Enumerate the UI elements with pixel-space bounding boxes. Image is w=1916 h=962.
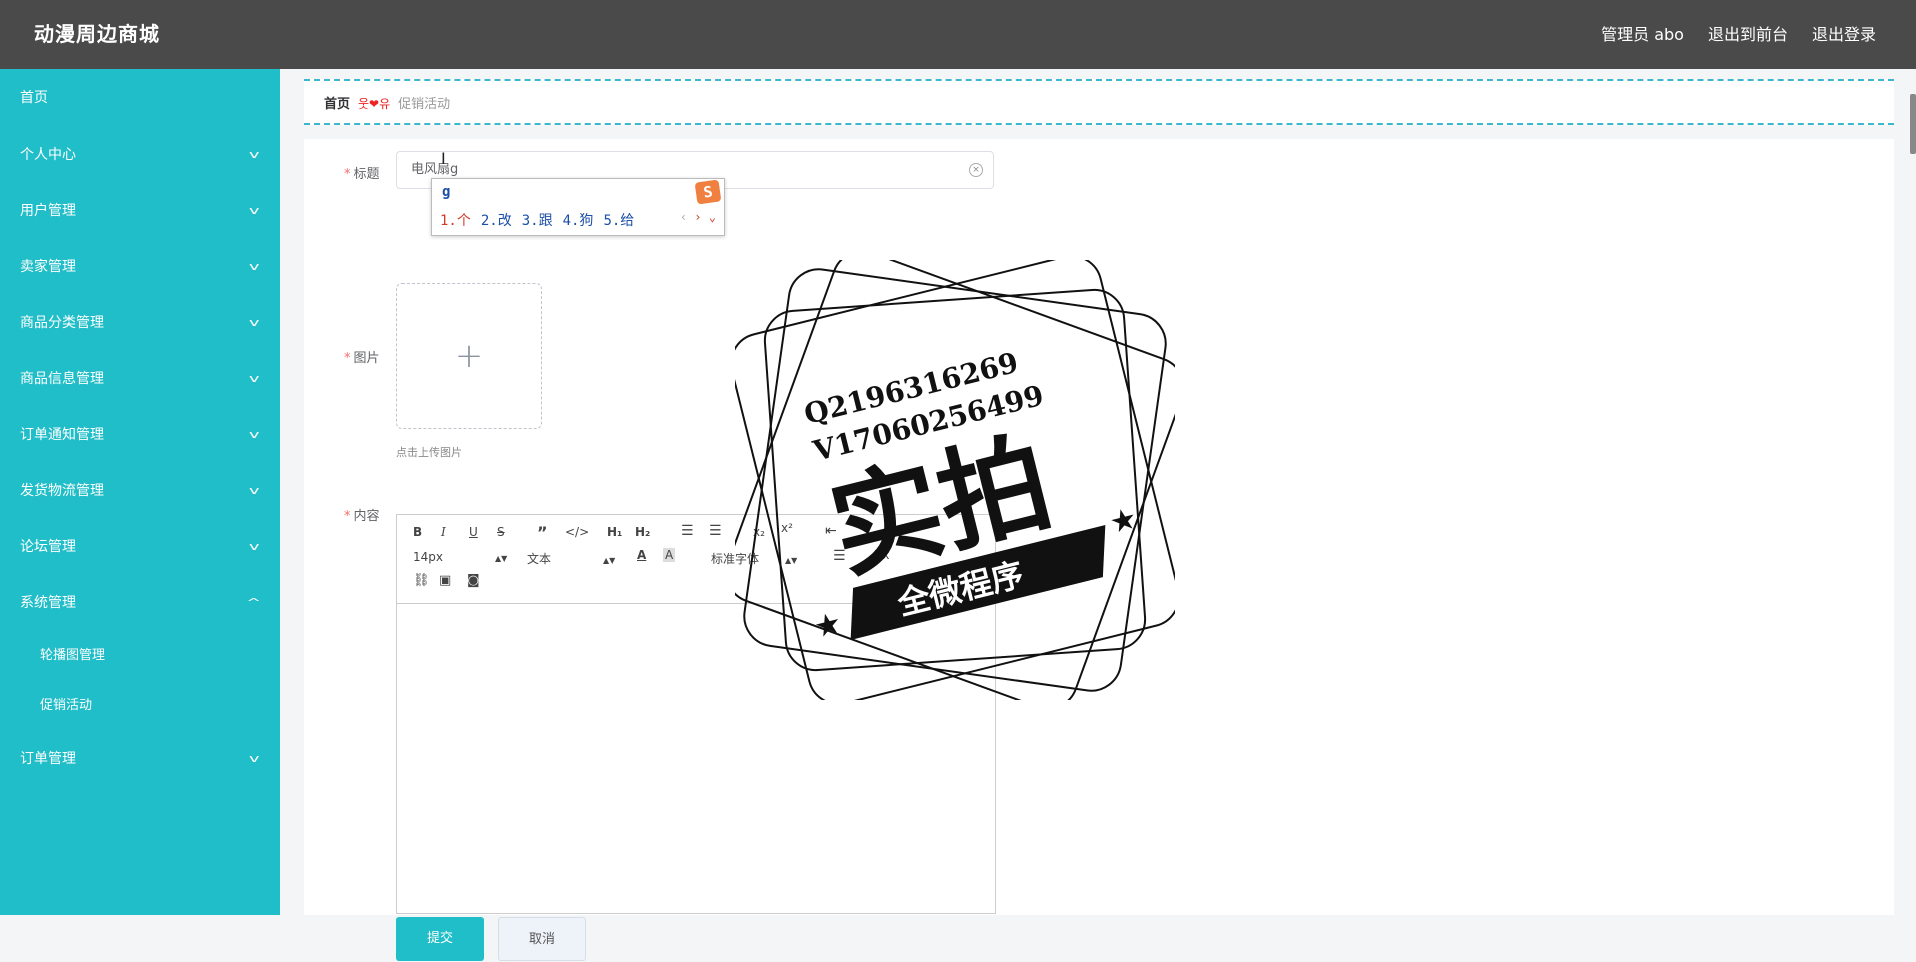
sidebar-item-label: 论坛管理 [20, 539, 76, 555]
header-select[interactable]: 文本 ▲▼ [527, 550, 615, 567]
sidebar-item-label: 卖家管理 [20, 259, 76, 275]
select-arrow-icon: ▲▼ [495, 554, 508, 563]
clear-icon[interactable]: × [969, 163, 983, 177]
select-arrow-icon: ▲▼ [603, 556, 616, 565]
ordered-list-icon[interactable]: ☰ [681, 523, 694, 539]
text-cursor-icon: I [441, 149, 446, 168]
sidebar-item-category-management[interactable]: 商品分类管理 v [0, 295, 280, 351]
chevron-up-icon: ^ [246, 596, 261, 609]
cancel-button[interactable]: 取消 [498, 917, 586, 961]
required-mark: * [344, 509, 351, 524]
breadcrumb: 首页 웃❤유 促销活动 [304, 79, 1894, 125]
logout-link[interactable]: 退出登录 [1812, 0, 1876, 69]
sidebar-subitem-promotion[interactable]: 促销活动 [0, 681, 280, 731]
chevron-down-icon: v [249, 372, 260, 385]
sidebar-item-label: 用户管理 [20, 203, 76, 219]
star-icon: ★ [1106, 501, 1141, 541]
image-label: * 图片 [344, 347, 380, 366]
title-label: * 标题 [344, 163, 380, 182]
upload-tip: 点击上传图片 [396, 446, 462, 459]
sidebar-item-order-management[interactable]: 订单管理 v [0, 731, 280, 787]
required-mark: * [344, 167, 351, 182]
chevron-down-icon: v [249, 148, 260, 161]
ime-candidate[interactable]: 1.个 [440, 213, 471, 229]
watermark-stamp: Q2196316269 V17060256499 实拍 全微程序 ★ ★ [735, 260, 1175, 700]
link-icon[interactable]: ⛓ [413, 573, 430, 588]
chevron-down-icon: v [249, 540, 260, 553]
scrollbar[interactable] [1910, 94, 1916, 154]
sidebar-item-personal-center[interactable]: 个人中心 v [0, 127, 280, 183]
content-label-text: 内容 [353, 509, 380, 524]
chevron-down-icon: v [249, 260, 260, 273]
sidebar-item-product-management[interactable]: 商品信息管理 v [0, 351, 280, 407]
breadcrumb-separator: 웃❤유 [358, 97, 391, 111]
sidebar-item-home[interactable]: 首页 [0, 69, 280, 127]
chevron-down-icon: v [249, 752, 260, 765]
sidebar: 首页 个人中心 v 用户管理 v 卖家管理 v 商品分类管理 v 商品信息管理 v 订单通… [0, 69, 280, 915]
chevron-down-icon: v [249, 428, 260, 441]
header-links: 管理员 abo 退出到前台 退出登录 [1601, 0, 1876, 69]
sidebar-item-user-management[interactable]: 用户管理 v [0, 183, 280, 239]
sidebar-item-label: 个人中心 [20, 147, 76, 163]
ime-candidate[interactable]: 5.给 [603, 213, 634, 229]
heading2-icon[interactable]: H₂ [635, 525, 650, 539]
italic-icon[interactable]: I [441, 525, 446, 539]
sidebar-item-label: 首页 [20, 90, 48, 106]
ime-candidate[interactable]: 4.狗 [563, 213, 594, 229]
sidebar-subitem-carousel[interactable]: 轮播图管理 [0, 631, 280, 681]
sidebar-item-order-notice-management[interactable]: 订单通知管理 v [0, 407, 280, 463]
ime-candidates: 1.个 2.改 3.跟 4.狗 5.给 [440, 210, 644, 230]
bullet-list-icon[interactable]: ☰ [709, 523, 722, 539]
sidebar-item-label: 商品信息管理 [20, 371, 104, 387]
sidebar-item-shipping-management[interactable]: 发货物流管理 v [0, 463, 280, 519]
underline-icon[interactable]: U [469, 525, 478, 539]
sidebar-item-system-management[interactable]: 系统管理 ^ [0, 575, 280, 631]
ime-candidate-window: g S 1.个 2.改 3.跟 4.狗 5.给 ‹ › ⌄ [431, 178, 725, 236]
ime-composition: g [442, 184, 451, 200]
required-mark: * [344, 351, 351, 366]
ime-page-nav-icon[interactable]: ‹ › ⌄ [680, 210, 716, 224]
background-color-icon[interactable]: A [663, 548, 676, 562]
sidebar-item-label: 发货物流管理 [20, 483, 104, 499]
chevron-down-icon: v [249, 316, 260, 329]
title-input-value: 电风扇g [411, 162, 459, 177]
sidebar-item-label: 商品分类管理 [20, 315, 104, 331]
admin-user-label[interactable]: 管理员 abo [1601, 0, 1684, 69]
font-color-icon[interactable]: A [637, 548, 646, 562]
sidebar-item-forum-management[interactable]: 论坛管理 v [0, 519, 280, 575]
chevron-down-icon: v [249, 204, 260, 217]
heading1-icon[interactable]: H₁ [607, 525, 622, 539]
strikethrough-icon[interactable]: S [497, 525, 505, 539]
breadcrumb-home[interactable]: 首页 [324, 97, 350, 112]
header-select-value: 文本 [527, 552, 552, 566]
code-block-icon[interactable]: </> [565, 525, 589, 539]
sidebar-item-label: 系统管理 [20, 595, 76, 611]
font-size-select[interactable]: 14px ▲▼ [413, 550, 507, 564]
content-label: * 内容 [344, 505, 380, 524]
image-label-text: 图片 [353, 351, 380, 366]
sidebar-item-seller-management[interactable]: 卖家管理 v [0, 239, 280, 295]
video-icon[interactable]: ◙ [467, 573, 480, 588]
image-upload[interactable]: + [396, 283, 542, 429]
chevron-down-icon: v [249, 484, 260, 497]
star-icon: ★ [811, 605, 846, 645]
breadcrumb-current: 促销活动 [398, 97, 451, 112]
sidebar-item-label: 订单通知管理 [20, 427, 104, 443]
image-icon[interactable]: ▣ [439, 573, 451, 588]
font-size-value: 14px [413, 550, 443, 564]
plus-icon: + [454, 336, 484, 376]
title-label-text: 标题 [353, 167, 380, 182]
sidebar-item-label: 订单管理 [20, 751, 76, 767]
app-title: 动漫周边商城 [34, 22, 160, 46]
exit-to-frontend-link[interactable]: 退出到前台 [1708, 0, 1788, 69]
ime-candidate[interactable]: 3.跟 [522, 213, 553, 229]
ime-candidate[interactable]: 2.改 [481, 213, 512, 229]
bold-icon[interactable]: B [413, 525, 422, 539]
top-header: 动漫周边商城 管理员 abo 退出到前台 退出登录 [0, 0, 1916, 69]
submit-button[interactable]: 提交 [396, 917, 484, 961]
sogou-logo-icon: S [694, 179, 722, 205]
blockquote-icon[interactable]: ” [537, 523, 548, 542]
